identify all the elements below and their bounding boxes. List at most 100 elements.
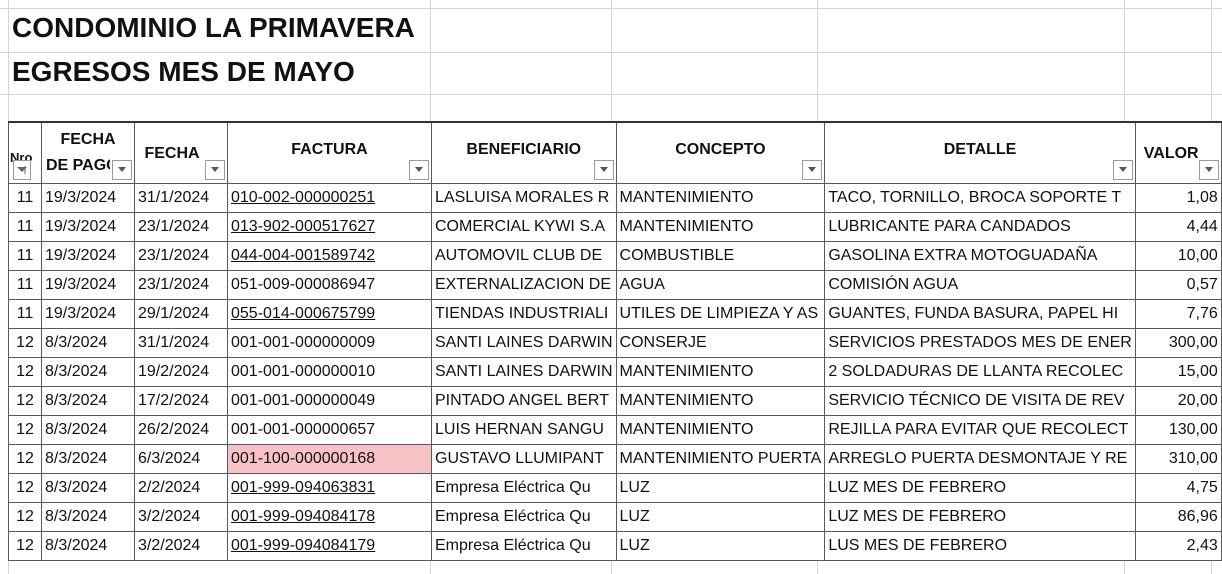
cell-fecha[interactable]: 31/1/2024: [134, 183, 228, 213]
cell-nro[interactable]: 11: [8, 212, 42, 242]
filter-dropdown-button[interactable]: [1112, 160, 1133, 180]
cell-beneficiario[interactable]: Empresa Eléctrica Qu: [431, 531, 617, 561]
cell-fecha[interactable]: 6/3/2024: [134, 444, 228, 474]
cell-detalle[interactable]: SERVICIO TÉCNICO DE VISITA DE REV: [824, 386, 1136, 416]
cell-concepto[interactable]: LUZ: [615, 531, 826, 561]
cell-valor[interactable]: 2,43: [1134, 531, 1222, 561]
cell-fecha[interactable]: 23/1/2024: [134, 212, 228, 242]
cell-fecha-pago[interactable]: 19/3/2024: [41, 299, 135, 329]
cell-valor[interactable]: 20,00: [1134, 386, 1222, 416]
cell-nro[interactable]: 12: [8, 531, 42, 561]
cell-fecha-pago[interactable]: 8/3/2024: [41, 415, 135, 445]
cell-detalle[interactable]: REJILLA PARA EVITAR QUE RECOLECT: [824, 415, 1136, 445]
cell-detalle[interactable]: GUANTES, FUNDA BASURA, PAPEL HI: [824, 299, 1136, 329]
cell-detalle[interactable]: LUZ MES DE FEBRERO: [824, 473, 1136, 503]
cell-nro[interactable]: 11: [8, 270, 42, 300]
cell-fecha-pago[interactable]: 8/3/2024: [41, 357, 135, 387]
cell-nro[interactable]: 12: [8, 328, 42, 358]
cell-concepto[interactable]: LUZ: [615, 502, 826, 532]
cell-fecha-pago[interactable]: 8/3/2024: [41, 473, 135, 503]
cell-nro[interactable]: 11: [8, 299, 42, 329]
cell-fecha-pago[interactable]: 8/3/2024: [41, 502, 135, 532]
cell-nro[interactable]: 11: [8, 241, 42, 271]
cell-factura[interactable]: 051-009-000086947: [227, 270, 432, 300]
cell-concepto[interactable]: UTILES DE LIMPIEZA Y AS: [615, 299, 826, 329]
cell-beneficiario[interactable]: SANTI LAINES DARWIN: [431, 328, 617, 358]
cell-fecha-pago[interactable]: 8/3/2024: [41, 328, 135, 358]
cell-beneficiario[interactable]: LUIS HERNAN SANGU: [431, 415, 617, 445]
cell-valor[interactable]: 7,76: [1134, 299, 1222, 329]
cell-nro[interactable]: 12: [8, 415, 42, 445]
cell-fecha[interactable]: 23/1/2024: [134, 270, 228, 300]
cell-factura[interactable]: 001-999-094084179: [227, 531, 432, 561]
cell-valor[interactable]: 130,00: [1134, 415, 1222, 445]
cell-beneficiario[interactable]: Empresa Eléctrica Qu: [431, 473, 617, 503]
filter-dropdown-button[interactable]: [409, 160, 429, 180]
cell-factura[interactable]: 001-999-094084178: [227, 502, 432, 532]
cell-concepto[interactable]: MANTENIMIENTO: [615, 386, 826, 416]
cell-beneficiario[interactable]: TIENDAS INDUSTRIALI: [431, 299, 617, 329]
cell-beneficiario[interactable]: GUSTAVO LLUMIPANT: [431, 444, 617, 474]
cell-detalle[interactable]: COMISIÓN AGUA: [824, 270, 1136, 300]
cell-concepto[interactable]: MANTENIMIENTO: [615, 357, 826, 387]
cell-factura[interactable]: 001-001-000000010: [227, 357, 432, 387]
cell-nro[interactable]: 11: [8, 183, 42, 213]
cell-valor[interactable]: 1,08: [1134, 183, 1222, 213]
cell-nro[interactable]: 12: [8, 473, 42, 503]
cell-fecha-pago[interactable]: 8/3/2024: [41, 386, 135, 416]
cell-beneficiario[interactable]: COMERCIAL KYWI S.A: [431, 212, 617, 242]
cell-detalle[interactable]: LUZ MES DE FEBRERO: [824, 502, 1136, 532]
cell-nro[interactable]: 12: [8, 502, 42, 532]
cell-fecha-pago[interactable]: 8/3/2024: [41, 531, 135, 561]
cell-concepto[interactable]: COMBUSTIBLE: [615, 241, 826, 271]
cell-detalle[interactable]: LUBRICANTE PARA CANDADOS: [824, 212, 1136, 242]
cell-fecha-pago[interactable]: 19/3/2024: [41, 183, 135, 213]
cell-valor[interactable]: 10,00: [1134, 241, 1222, 271]
cell-beneficiario[interactable]: PINTADO ANGEL BERT: [431, 386, 617, 416]
cell-nro[interactable]: 12: [8, 386, 42, 416]
filter-dropdown-button[interactable]: [1198, 160, 1219, 180]
filter-dropdown-button[interactable]: [205, 160, 225, 180]
cell-factura[interactable]: 013-902-000517627: [227, 212, 432, 242]
filter-dropdown-button[interactable]: [112, 160, 132, 180]
cell-concepto[interactable]: LUZ: [615, 473, 826, 503]
cell-concepto[interactable]: CONSERJE: [615, 328, 826, 358]
cell-nro[interactable]: 12: [8, 444, 42, 474]
cell-factura[interactable]: 001-001-000000049: [227, 386, 432, 416]
cell-detalle[interactable]: 2 SOLDADURAS DE LLANTA RECOLEC: [824, 357, 1136, 387]
cell-nro[interactable]: 12: [8, 357, 42, 387]
cell-concepto[interactable]: AGUA: [615, 270, 826, 300]
cell-fecha[interactable]: 2/2/2024: [134, 473, 228, 503]
cell-factura[interactable]: 001-001-000000657: [227, 415, 432, 445]
cell-factura[interactable]: 055-014-000675799: [227, 299, 432, 329]
cell-fecha-pago[interactable]: 19/3/2024: [41, 241, 135, 271]
cell-valor[interactable]: 15,00: [1134, 357, 1222, 387]
cell-valor[interactable]: 300,00: [1134, 328, 1222, 358]
cell-factura[interactable]: 010-002-000000251: [227, 183, 432, 213]
cell-fecha[interactable]: 29/1/2024: [134, 299, 228, 329]
cell-fecha[interactable]: 23/1/2024: [134, 241, 228, 271]
cell-fecha[interactable]: 26/2/2024: [134, 415, 228, 445]
cell-fecha-pago[interactable]: 19/3/2024: [41, 212, 135, 242]
cell-beneficiario[interactable]: LASLUISA MORALES R: [431, 183, 617, 213]
cell-fecha-pago[interactable]: 8/3/2024: [41, 444, 135, 474]
cell-fecha[interactable]: 31/1/2024: [134, 328, 228, 358]
cell-fecha[interactable]: 3/2/2024: [134, 502, 228, 532]
cell-concepto[interactable]: MANTENIMIENTO PUERTA: [615, 444, 826, 474]
cell-concepto[interactable]: MANTENIMIENTO: [615, 415, 826, 445]
filter-dropdown-button[interactable]: [802, 160, 823, 180]
cell-valor[interactable]: 4,44: [1134, 212, 1222, 242]
filter-dropdown-button[interactable]: [593, 160, 614, 180]
cell-fecha[interactable]: 17/2/2024: [134, 386, 228, 416]
cell-detalle[interactable]: SERVICIOS PRESTADOS MES DE ENER: [824, 328, 1136, 358]
cell-factura[interactable]: 001-001-000000009: [227, 328, 432, 358]
cell-beneficiario[interactable]: Empresa Eléctrica Qu: [431, 502, 617, 532]
cell-beneficiario[interactable]: AUTOMOVIL CLUB DE: [431, 241, 617, 271]
cell-fecha-pago[interactable]: 19/3/2024: [41, 270, 135, 300]
cell-detalle[interactable]: TACO, TORNILLO, BROCA SOPORTE T: [824, 183, 1136, 213]
cell-factura[interactable]: 044-004-001589742: [227, 241, 432, 271]
cell-valor[interactable]: 86,96: [1134, 502, 1222, 532]
cell-concepto[interactable]: MANTENIMIENTO: [615, 183, 826, 213]
cell-fecha[interactable]: 19/2/2024: [134, 357, 228, 387]
cell-beneficiario[interactable]: SANTI LAINES DARWIN: [431, 357, 617, 387]
